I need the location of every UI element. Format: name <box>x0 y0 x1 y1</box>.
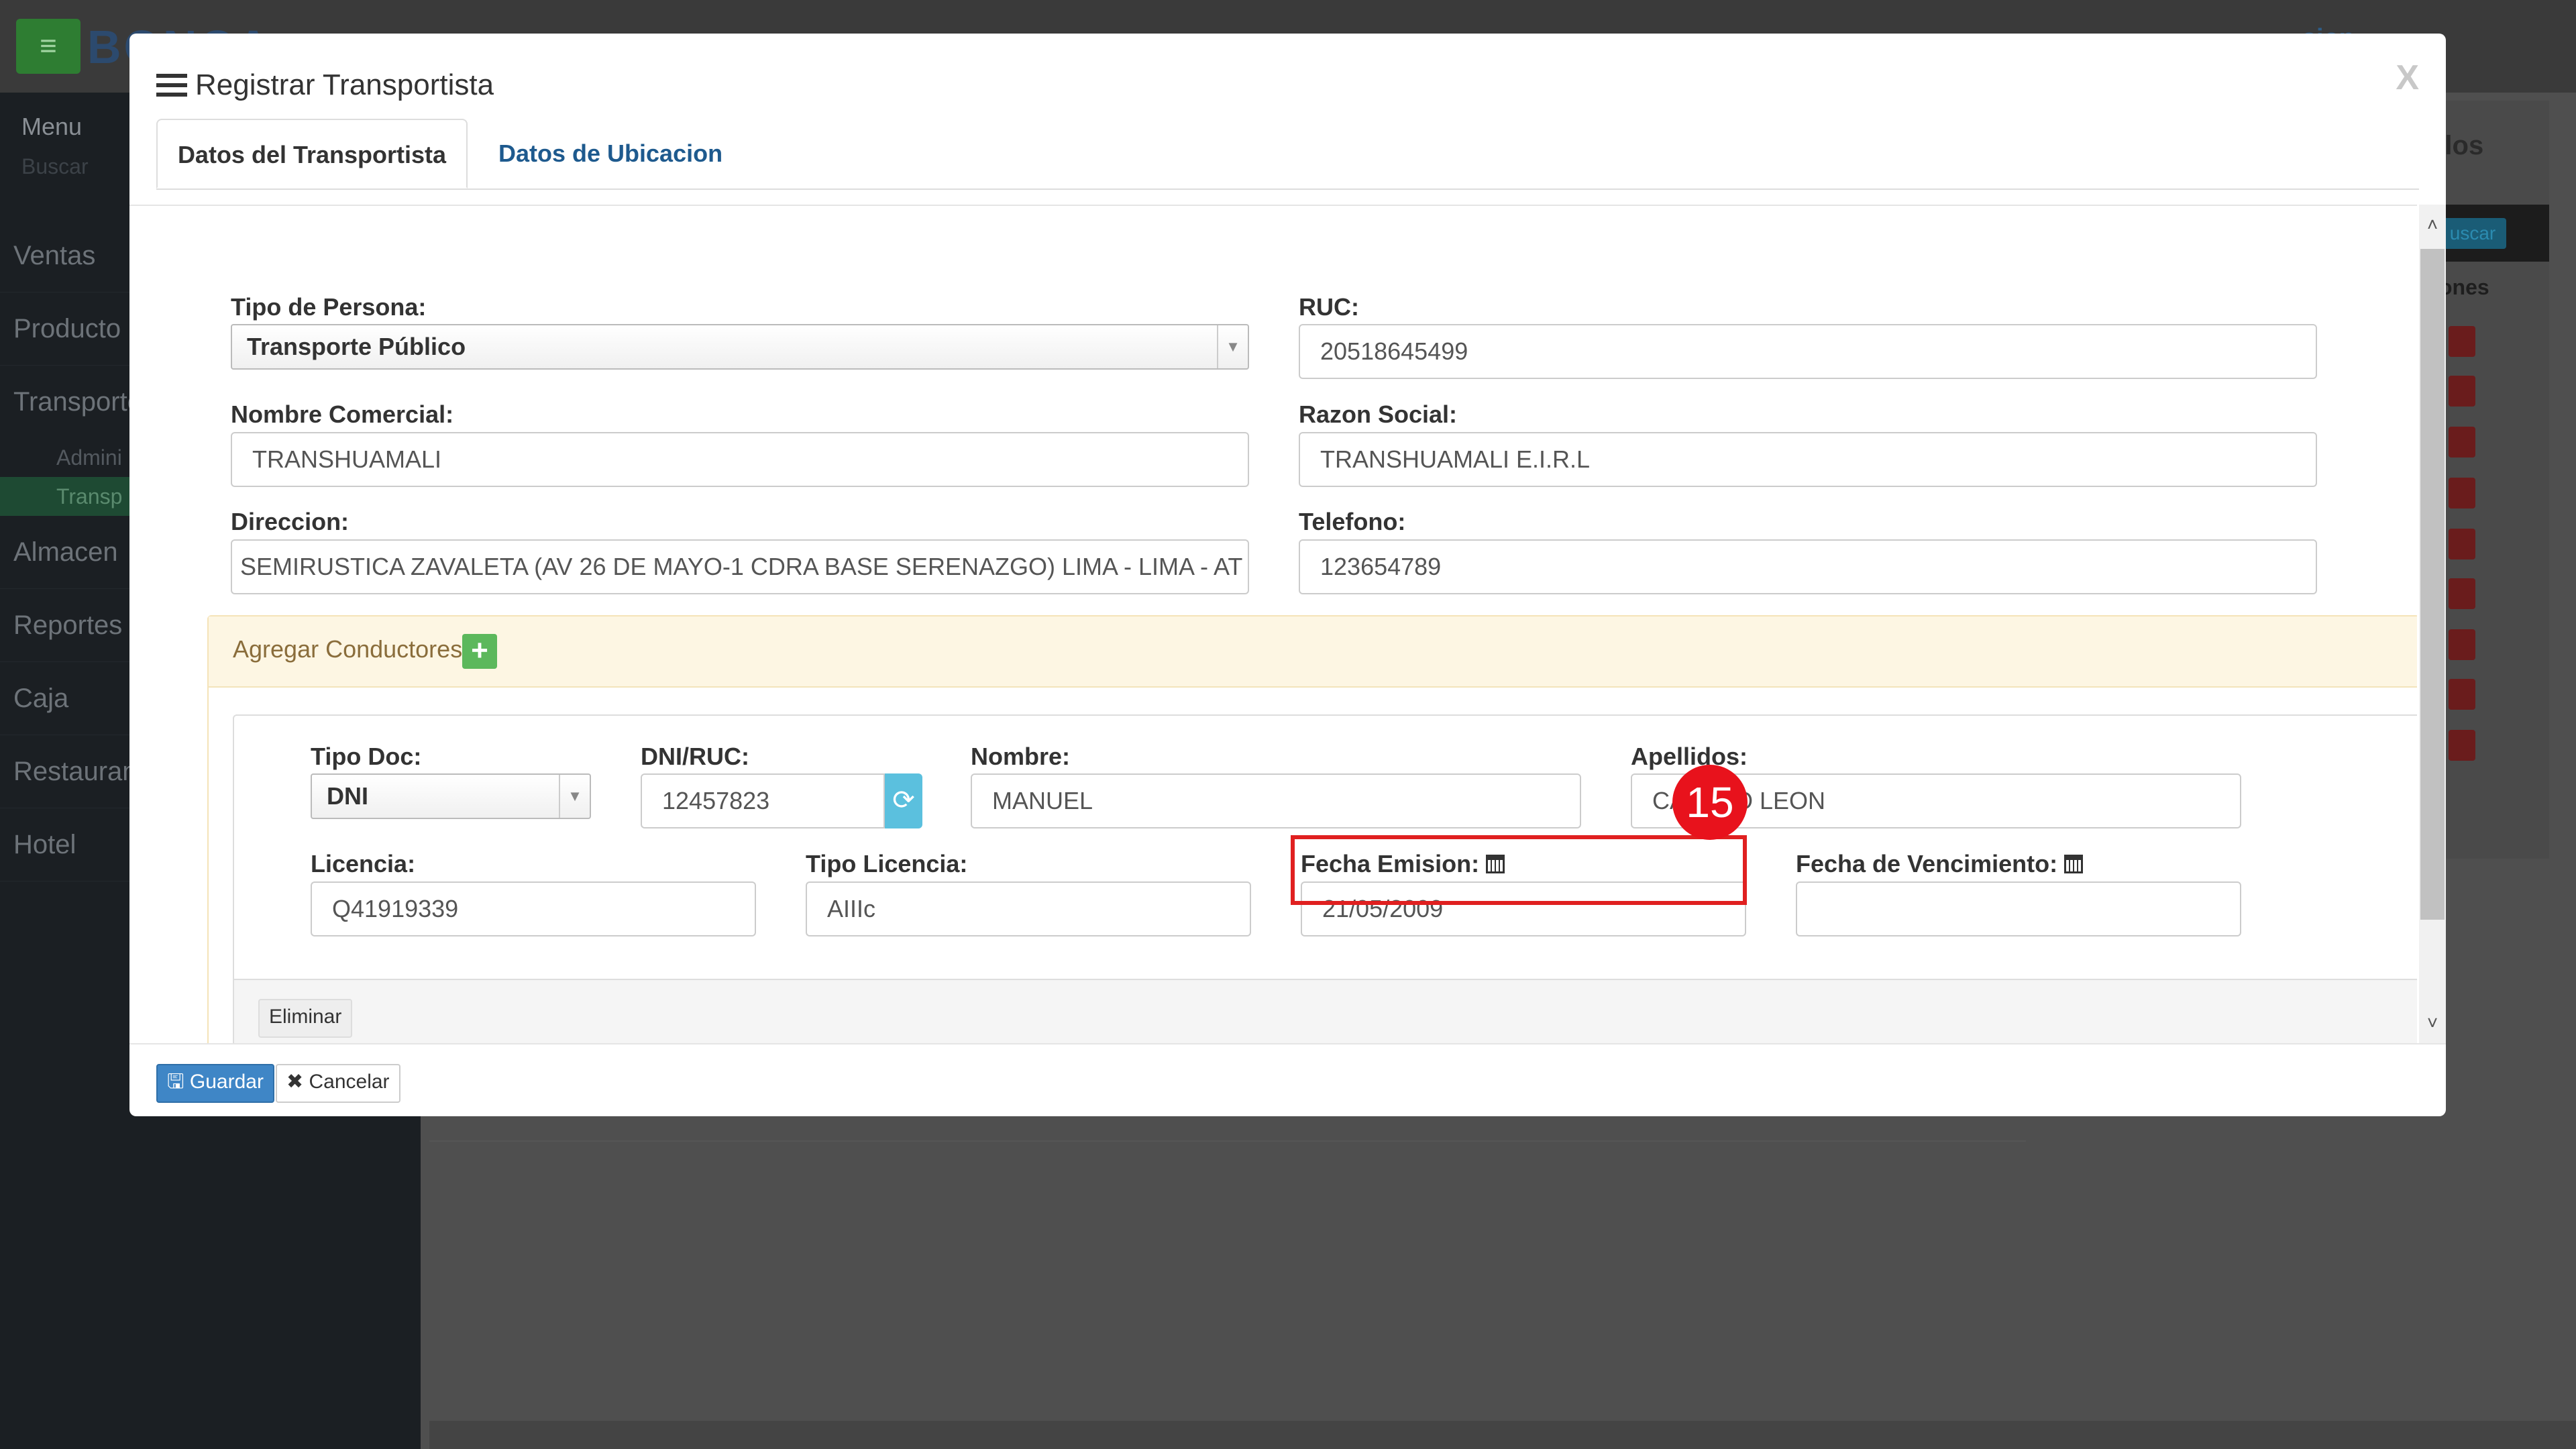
tipo-licencia-label: Tipo Licencia: <box>806 850 968 877</box>
fecha-vencimiento-input[interactable] <box>1796 881 2241 936</box>
licencia-input[interactable]: Q41919339 <box>311 881 756 936</box>
tipo-persona-select[interactable]: Transporte Público ▼ <box>231 324 1249 370</box>
tipo-doc-label: Tipo Doc: <box>311 743 422 770</box>
fecha-vencimiento-label: Fecha de Vencimiento: <box>1796 850 2084 878</box>
trash-icon[interactable] <box>2449 427 2475 458</box>
conductor-card-footer: Eliminar <box>234 979 2417 1044</box>
direccion-input[interactable]: SEMIRUSTICA ZAVALETA (AV 26 DE MAYO-1 CD… <box>231 539 1249 594</box>
trash-icon[interactable] <box>2449 730 2475 761</box>
tipo-doc-value: DNI <box>327 782 368 810</box>
chevron-down-icon[interactable]: ˅ <box>2419 1010 2446 1036</box>
telefono-input[interactable]: 123654789 <box>1299 539 2317 594</box>
menu-toggle-button[interactable]: ≡ <box>16 19 80 74</box>
licencia-label: Licencia: <box>311 850 416 877</box>
modal-footer: 🖫 Guardar ✖ Cancelar <box>129 1043 2446 1116</box>
tipo-persona-value: Transporte Público <box>247 333 466 360</box>
ruc-label: RUC: <box>1299 293 1359 321</box>
refresh-icon[interactable]: ⟳ <box>885 773 922 828</box>
razon-social-input[interactable]: TRANSHUAMALI E.I.R.L <box>1299 432 2317 487</box>
trash-icon[interactable] <box>2449 529 2475 559</box>
calendar-icon <box>2064 855 2084 873</box>
trash-icon[interactable] <box>2449 679 2475 710</box>
floppy-disk-icon: 🖫 <box>167 1071 190 1093</box>
ruc-input[interactable]: 20518645499 <box>1299 324 2317 379</box>
trash-icon[interactable] <box>2449 376 2475 407</box>
conductores-header: Agregar Conductores + <box>209 616 2417 688</box>
cancel-button[interactable]: ✖ Cancelar <box>276 1064 400 1103</box>
telefono-label: Telefono: <box>1299 508 1406 535</box>
nombre-comercial-input[interactable]: TRANSHUAMALI <box>231 432 1249 487</box>
step-number-badge: 15 <box>1672 765 1748 840</box>
eliminar-conductor-button[interactable]: Eliminar <box>258 999 353 1038</box>
modal-body: Tipo de Persona: Transporte Público ▼ RU… <box>129 205 2417 1044</box>
nombre-input[interactable]: MANUEL <box>971 773 1581 828</box>
apellidos-label: Apellidos: <box>1631 743 1748 770</box>
conductores-title: Agregar Conductores <box>233 635 463 663</box>
list-icon <box>156 74 187 97</box>
trash-icon[interactable] <box>2449 478 2475 508</box>
tipo-doc-select[interactable]: DNI ▼ <box>311 773 591 819</box>
page-horizontal-scrollbar[interactable] <box>429 1421 2576 1449</box>
background-column-header: ones <box>2439 275 2489 299</box>
save-button[interactable]: 🖫 Guardar <box>156 1064 274 1103</box>
trash-icon[interactable] <box>2449 326 2475 357</box>
trash-icon[interactable] <box>2449 629 2475 660</box>
registrar-transportista-modal: Registrar Transportista X Datos del Tran… <box>129 34 2446 1116</box>
chevron-down-icon: ▼ <box>559 775 590 818</box>
nombre-comercial-label: Nombre Comercial: <box>231 400 454 428</box>
field-highlight-box <box>1291 835 1747 905</box>
dni-ruc-input[interactable]: 12457823 <box>641 773 885 828</box>
nombre-label: Nombre: <box>971 743 1071 770</box>
tab-datos-ubicacion[interactable]: Datos de Ubicacion <box>498 119 722 189</box>
add-conductor-button[interactable]: + <box>462 634 497 669</box>
dni-ruc-label: DNI/RUC: <box>641 743 749 770</box>
tipo-persona-label: Tipo de Persona: <box>231 293 427 321</box>
razon-social-label: Razon Social: <box>1299 400 1458 428</box>
close-icon: ✖ <box>286 1071 309 1093</box>
chevron-up-icon[interactable]: ˄ <box>2419 211 2446 238</box>
tipo-licencia-input[interactable]: AIIIc <box>806 881 1251 936</box>
modal-title: Registrar Transportista <box>195 68 494 101</box>
fecha-vencimiento-text: Fecha de Vencimiento: <box>1796 850 2058 877</box>
cancel-label: Cancelar <box>309 1071 390 1093</box>
modal-header: Registrar Transportista <box>156 68 494 102</box>
close-button[interactable]: X <box>2396 58 2419 98</box>
modal-scrollbar[interactable]: ˄ ˅ <box>2419 205 2446 1043</box>
trash-icon[interactable] <box>2449 578 2475 609</box>
background-search-button[interactable]: uscar <box>2439 218 2506 249</box>
direccion-label: Direccion: <box>231 508 350 535</box>
modal-tabs: Datos del Transportista Datos de Ubicaci… <box>156 119 2419 190</box>
tab-datos-transportista[interactable]: Datos del Transportista <box>156 119 468 189</box>
save-label: Guardar <box>189 1071 264 1093</box>
conductores-panel: Agregar Conductores + Tipo Doc: DNI ▼ DN… <box>207 615 2417 1044</box>
scrollbar-thumb[interactable] <box>2420 249 2445 920</box>
chevron-down-icon: ▼ <box>1217 325 1248 368</box>
